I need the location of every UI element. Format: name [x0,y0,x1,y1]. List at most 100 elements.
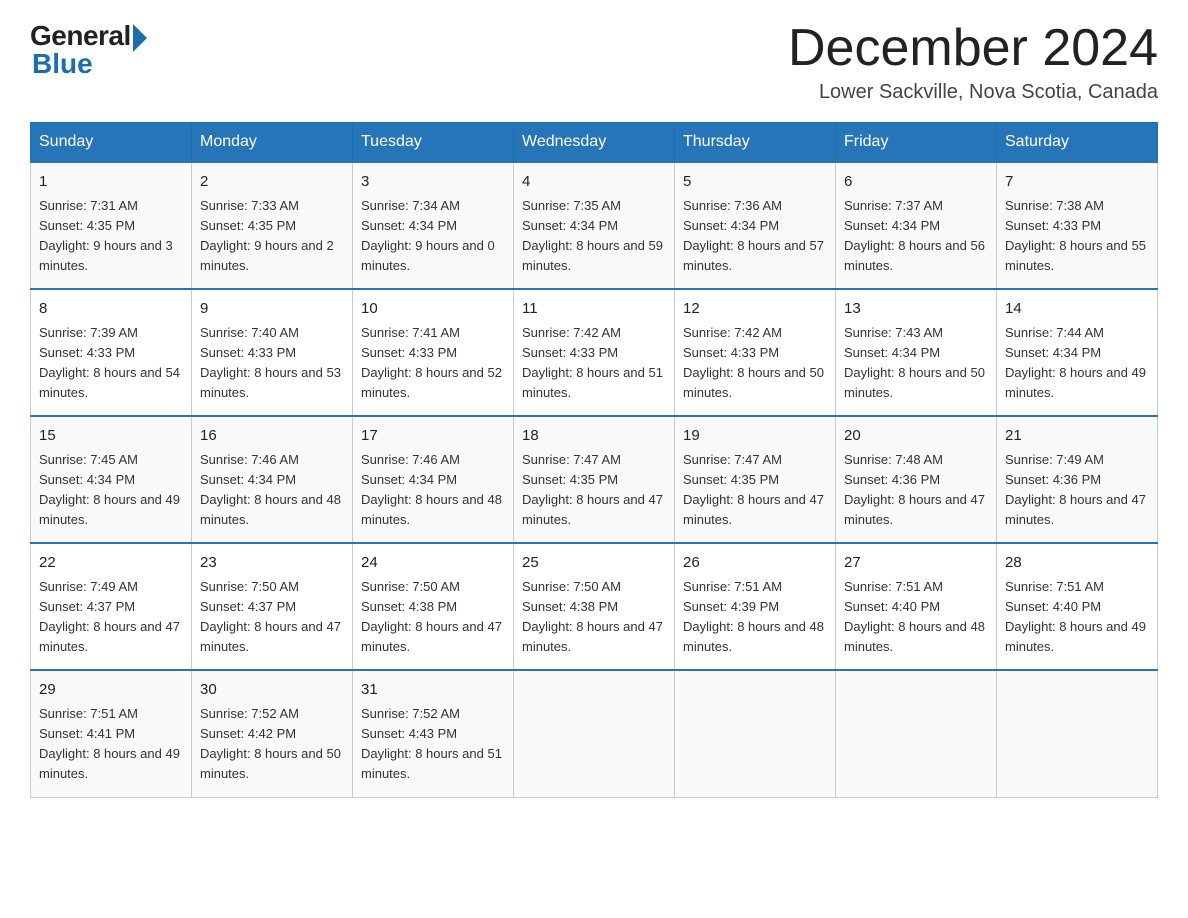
day-info: Sunrise: 7:52 AMSunset: 4:43 PMDaylight:… [361,706,502,781]
weekday-header-monday: Monday [192,123,353,163]
calendar-cell: 28 Sunrise: 7:51 AMSunset: 4:40 PMDayligh… [997,543,1158,670]
day-number: 30 [200,679,344,702]
logo: General Blue [30,20,147,80]
day-info: Sunrise: 7:46 AMSunset: 4:34 PMDaylight:… [200,452,341,527]
day-number: 17 [361,425,505,448]
title-block: December 2024 Lower Sackville, Nova Scot… [788,20,1158,104]
day-info: Sunrise: 7:51 AMSunset: 4:41 PMDaylight:… [39,706,180,781]
weekday-header-saturday: Saturday [997,123,1158,163]
calendar-cell: 5Sunrise: 7:36 AMSunset: 4:34 PMDaylight… [675,162,836,289]
day-info: Sunrise: 7:47 AMSunset: 4:35 PMDaylight:… [683,452,824,527]
day-info: Sunrise: 7:42 AMSunset: 4:33 PMDaylight:… [522,325,663,400]
day-number: 29 [39,679,183,702]
calendar-cell: 13 Sunrise: 7:43 AMSunset: 4:34 PMDayligh… [836,289,997,416]
calendar-cell: 29 Sunrise: 7:51 AMSunset: 4:41 PMDayligh… [31,670,192,797]
day-info: Sunrise: 7:50 AMSunset: 4:38 PMDaylight:… [361,579,502,654]
calendar-cell: 7 Sunrise: 7:38 AMSunset: 4:33 PMDaylight… [997,162,1158,289]
calendar-cell: 16 Sunrise: 7:46 AMSunset: 4:34 PMDayligh… [192,416,353,543]
calendar-cell [514,670,675,797]
day-info: Sunrise: 7:51 AMSunset: 4:39 PMDaylight:… [683,579,824,654]
day-info: Sunrise: 7:31 AMSunset: 4:35 PMDaylight:… [39,198,173,273]
day-info: Sunrise: 7:37 AMSunset: 4:34 PMDaylight:… [844,198,985,273]
day-info: Sunrise: 7:45 AMSunset: 4:34 PMDaylight:… [39,452,180,527]
day-number: 14 [1005,298,1149,321]
day-number: 25 [522,552,666,575]
calendar-week-row: 1Sunrise: 7:31 AMSunset: 4:35 PMDaylight… [31,162,1158,289]
day-number: 20 [844,425,988,448]
calendar-table: SundayMondayTuesdayWednesdayThursdayFrid… [30,122,1158,797]
day-number: 9 [200,298,344,321]
day-number: 6 [844,171,988,194]
day-info: Sunrise: 7:41 AMSunset: 4:33 PMDaylight:… [361,325,502,400]
day-info: Sunrise: 7:51 AMSunset: 4:40 PMDaylight:… [1005,579,1146,654]
weekday-header-thursday: Thursday [675,123,836,163]
calendar-cell: 9Sunrise: 7:40 AMSunset: 4:33 PMDaylight… [192,289,353,416]
day-info: Sunrise: 7:49 AMSunset: 4:37 PMDaylight:… [39,579,180,654]
logo-arrow-icon [133,24,147,52]
calendar-week-row: 15 Sunrise: 7:45 AMSunset: 4:34 PMDayligh… [31,416,1158,543]
day-number: 23 [200,552,344,575]
calendar-cell: 1Sunrise: 7:31 AMSunset: 4:35 PMDaylight… [31,162,192,289]
day-number: 7 [1005,171,1149,194]
day-info: Sunrise: 7:44 AMSunset: 4:34 PMDaylight:… [1005,325,1146,400]
day-number: 16 [200,425,344,448]
calendar-cell: 3 Sunrise: 7:34 AMSunset: 4:34 PMDaylight… [353,162,514,289]
day-info: Sunrise: 7:33 AMSunset: 4:35 PMDaylight:… [200,198,334,273]
day-info: Sunrise: 7:50 AMSunset: 4:37 PMDaylight:… [200,579,341,654]
calendar-cell: 12 Sunrise: 7:42 AMSunset: 4:33 PMDayligh… [675,289,836,416]
day-info: Sunrise: 7:39 AMSunset: 4:33 PMDaylight:… [39,325,180,400]
day-info: Sunrise: 7:38 AMSunset: 4:33 PMDaylight:… [1005,198,1146,273]
calendar-cell: 11 Sunrise: 7:42 AMSunset: 4:33 PMDayligh… [514,289,675,416]
calendar-cell: 14 Sunrise: 7:44 AMSunset: 4:34 PMDayligh… [997,289,1158,416]
day-number: 3 [361,171,505,194]
day-number: 5 [683,171,827,194]
day-info: Sunrise: 7:47 AMSunset: 4:35 PMDaylight:… [522,452,663,527]
day-number: 2 [200,171,344,194]
calendar-cell: 25 Sunrise: 7:50 AMSunset: 4:38 PMDayligh… [514,543,675,670]
calendar-cell: 19 Sunrise: 7:47 AMSunset: 4:35 PMDayligh… [675,416,836,543]
calendar-cell: 20Sunrise: 7:48 AMSunset: 4:36 PMDayligh… [836,416,997,543]
calendar-cell: 18Sunrise: 7:47 AMSunset: 4:35 PMDayligh… [514,416,675,543]
day-info: Sunrise: 7:34 AMSunset: 4:34 PMDaylight:… [361,198,495,273]
location-text: Lower Sackville, Nova Scotia, Canada [788,81,1158,104]
month-title: December 2024 [788,20,1158,77]
day-number: 12 [683,298,827,321]
day-info: Sunrise: 7:49 AMSunset: 4:36 PMDaylight:… [1005,452,1146,527]
day-number: 28 [1005,552,1149,575]
calendar-week-row: 22 Sunrise: 7:49 AMSunset: 4:37 PMDayligh… [31,543,1158,670]
day-number: 4 [522,171,666,194]
day-number: 26 [683,552,827,575]
day-number: 31 [361,679,505,702]
day-number: 15 [39,425,183,448]
calendar-cell [836,670,997,797]
day-info: Sunrise: 7:42 AMSunset: 4:33 PMDaylight:… [683,325,824,400]
weekday-header-tuesday: Tuesday [353,123,514,163]
calendar-cell: 2 Sunrise: 7:33 AMSunset: 4:35 PMDaylight… [192,162,353,289]
day-info: Sunrise: 7:46 AMSunset: 4:34 PMDaylight:… [361,452,502,527]
calendar-cell: 4Sunrise: 7:35 AMSunset: 4:34 PMDaylight… [514,162,675,289]
day-number: 8 [39,298,183,321]
calendar-cell: 24 Sunrise: 7:50 AMSunset: 4:38 PMDayligh… [353,543,514,670]
day-info: Sunrise: 7:50 AMSunset: 4:38 PMDaylight:… [522,579,663,654]
weekday-header-sunday: Sunday [31,123,192,163]
day-info: Sunrise: 7:43 AMSunset: 4:34 PMDaylight:… [844,325,985,400]
calendar-cell: 21 Sunrise: 7:49 AMSunset: 4:36 PMDayligh… [997,416,1158,543]
day-number: 21 [1005,425,1149,448]
calendar-cell: 6 Sunrise: 7:37 AMSunset: 4:34 PMDaylight… [836,162,997,289]
day-number: 24 [361,552,505,575]
day-number: 10 [361,298,505,321]
day-number: 19 [683,425,827,448]
calendar-header: SundayMondayTuesdayWednesdayThursdayFrid… [31,123,1158,163]
calendar-body: 1Sunrise: 7:31 AMSunset: 4:35 PMDaylight… [31,162,1158,797]
calendar-cell [675,670,836,797]
day-number: 22 [39,552,183,575]
day-number: 13 [844,298,988,321]
weekday-header-friday: Friday [836,123,997,163]
calendar-cell: 23 Sunrise: 7:50 AMSunset: 4:37 PMDayligh… [192,543,353,670]
calendar-cell: 27Sunrise: 7:51 AMSunset: 4:40 PMDayligh… [836,543,997,670]
calendar-cell: 31 Sunrise: 7:52 AMSunset: 4:43 PMDayligh… [353,670,514,797]
page-header: General Blue December 2024 Lower Sackvil… [30,20,1158,104]
day-number: 11 [522,298,666,321]
calendar-cell: 22 Sunrise: 7:49 AMSunset: 4:37 PMDayligh… [31,543,192,670]
calendar-cell: 15 Sunrise: 7:45 AMSunset: 4:34 PMDayligh… [31,416,192,543]
